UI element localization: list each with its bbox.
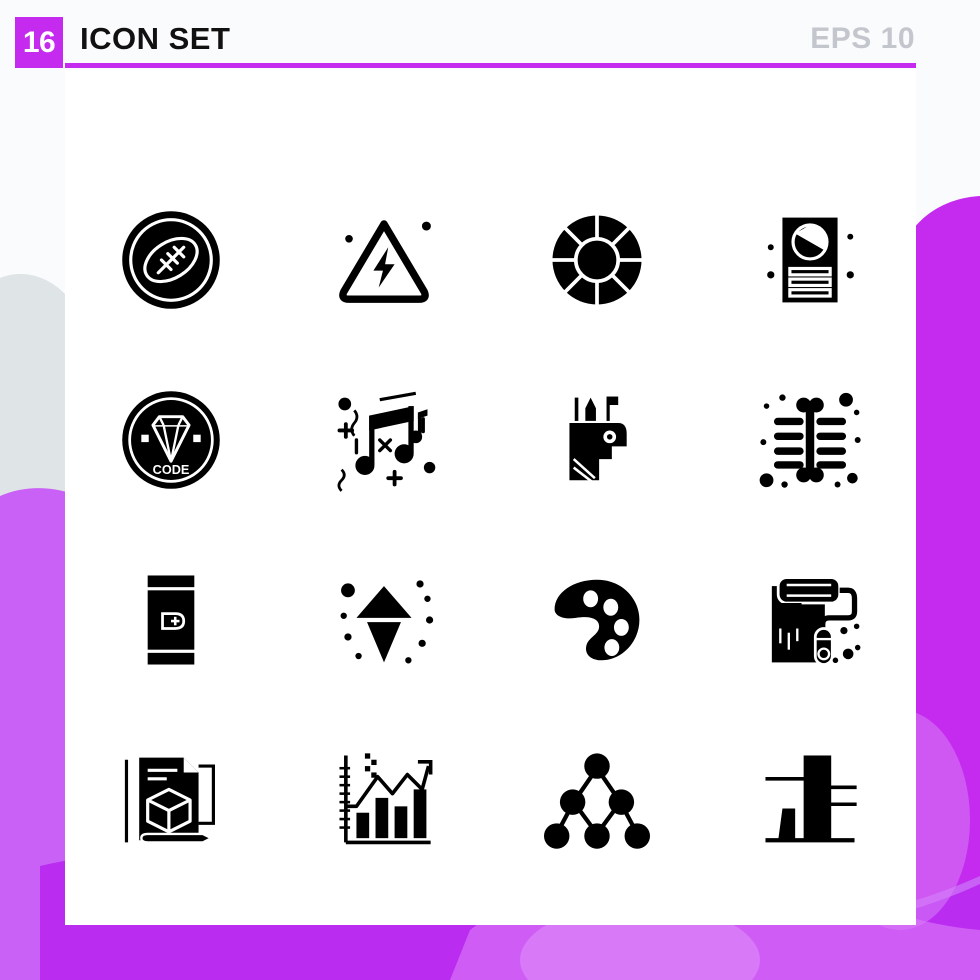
icon-count-badge: 16 <box>15 17 63 68</box>
3d-design-document-icon <box>125 757 216 844</box>
building-statistics-icon <box>765 755 857 843</box>
dna-bone-structure-icon <box>759 392 861 488</box>
icon-cell-9[interactable] <box>65 530 278 710</box>
music-notes-icon <box>337 391 436 492</box>
icon-cell-13[interactable] <box>65 710 278 890</box>
icon-cell-16[interactable] <box>703 710 916 890</box>
icon-cell-1[interactable] <box>65 170 278 350</box>
page-title: ICON SET <box>80 21 231 56</box>
american-football-badge-icon <box>122 211 221 309</box>
icon-cell-12[interactable] <box>703 530 916 710</box>
icon-cell-2[interactable] <box>278 170 491 350</box>
icon-cell-7[interactable] <box>491 350 704 530</box>
icon-cell-5[interactable]: CODE <box>65 350 278 530</box>
high-voltage-warning-icon <box>339 220 431 303</box>
icon-cell-8[interactable] <box>703 350 916 530</box>
icon-cell-11[interactable] <box>491 530 704 710</box>
creative-head-icon <box>569 396 627 484</box>
icon-set-poster: 16 ICON SET EPS 10 CODE <box>0 0 980 980</box>
paint-roller-icon <box>771 576 861 666</box>
pie-chart-report-icon <box>766 217 854 303</box>
icon-cell-15[interactable] <box>491 710 704 890</box>
poster-header: 16 ICON SET EPS 10 <box>0 0 980 70</box>
icon-cell-14[interactable] <box>278 710 491 890</box>
icon-cell-6[interactable] <box>278 350 491 530</box>
icon-cell-10[interactable] <box>278 530 491 710</box>
icon-cell-4[interactable] <box>703 170 916 350</box>
growth-bar-chart-icon <box>339 753 433 845</box>
code-diamond-badge-icon: CODE <box>122 391 221 489</box>
format-label: EPS 10 <box>810 22 915 55</box>
up-arrow-sparkle-icon <box>340 580 434 664</box>
lifebuoy-icon <box>552 215 642 305</box>
header-divider <box>65 63 916 68</box>
icon-cell-3[interactable] <box>491 170 704 350</box>
hierarchy-tree-icon <box>543 753 650 849</box>
icon-grid: CODE <box>65 70 916 925</box>
medicine-packet-icon <box>148 575 195 665</box>
paint-palette-icon <box>554 579 640 661</box>
code-badge-text: CODE <box>153 462 190 477</box>
